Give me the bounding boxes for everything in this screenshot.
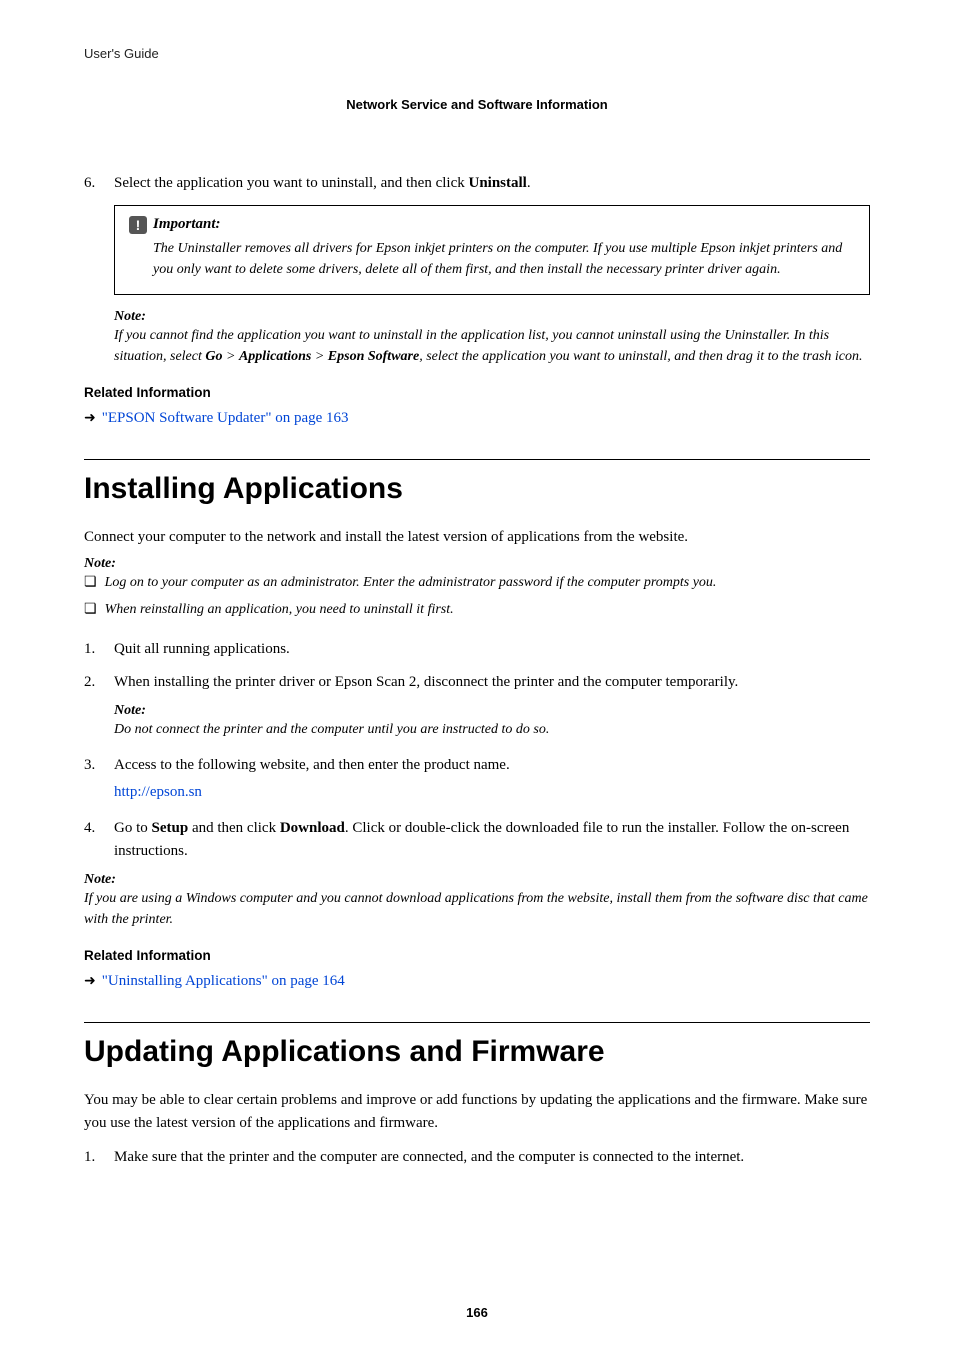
header-guide: User's Guide — [84, 46, 870, 61]
step-number: 3. — [84, 754, 100, 803]
update-step-1: 1. Make sure that the printer and the co… — [84, 1146, 870, 1169]
related-info-heading: Related Information — [84, 385, 870, 400]
step-text: Quit all running applications. — [114, 638, 290, 661]
related-info-heading: Related Information — [84, 948, 870, 963]
important-text: The Uninstaller removes all drivers for … — [153, 238, 851, 280]
step-number: 6. — [84, 172, 100, 195]
related-link-row: ➜ "EPSON Software Updater" on page 163 — [84, 410, 870, 427]
intro-installing: Connect your computer to the network and… — [84, 526, 870, 549]
install-step-3: 3. Access to the following website, and … — [84, 754, 870, 803]
intro-updating: You may be able to clear certain problem… — [84, 1089, 870, 1134]
step-number: 2. — [84, 671, 100, 694]
install-step-2-note: Note: Do not connect the printer and the… — [114, 703, 870, 740]
note-block-2: Note: ❏ Log on to your computer as an ad… — [84, 556, 870, 620]
related-link-row: ➜ "Uninstalling Applications" on page 16… — [84, 973, 870, 990]
checkbox-icon: ❏ — [84, 572, 97, 593]
install-step-4: 4. Go to Setup and then click Download. … — [84, 817, 870, 862]
related-link-updater[interactable]: "EPSON Software Updater" on page 163 — [102, 410, 349, 427]
note-block-1: Note: If you cannot find the application… — [114, 309, 870, 367]
check-text: Log on to your computer as an administra… — [105, 572, 717, 593]
step-text: Access to the following website, and the… — [114, 754, 510, 803]
step-number: 4. — [84, 817, 100, 862]
step-text: Select the application you want to unins… — [114, 172, 531, 195]
note-label: Note: — [114, 703, 870, 719]
arrow-icon: ➜ — [84, 410, 96, 427]
header-section: Network Service and Software Information — [84, 97, 870, 112]
arrow-icon: ➜ — [84, 973, 96, 990]
important-label: Important: — [153, 216, 221, 233]
step-text: Go to Setup and then click Download. Cli… — [114, 817, 870, 862]
note-text: Do not connect the printer and the compu… — [114, 719, 870, 740]
step-text: Make sure that the printer and the compu… — [114, 1146, 744, 1169]
step-number: 1. — [84, 1146, 100, 1169]
page-number: 166 — [0, 1305, 954, 1320]
note-label: Note: — [84, 872, 870, 888]
note-label: Note: — [84, 556, 870, 572]
step-text: When installing the printer driver or Ep… — [114, 671, 738, 694]
important-callout: ! Important: The Uninstaller removes all… — [114, 205, 870, 295]
note-label: Note: — [114, 309, 870, 325]
important-icon: ! — [129, 216, 147, 234]
checkbox-icon: ❏ — [84, 599, 97, 620]
step-6: 6. Select the application you want to un… — [84, 172, 870, 195]
note-block-3: Note: If you are using a Windows compute… — [84, 872, 870, 930]
check-text: When reinstalling an application, you ne… — [105, 599, 454, 620]
checklist-item: ❏ Log on to your computer as an administ… — [84, 572, 870, 593]
note-text: If you cannot find the application you w… — [114, 325, 870, 367]
heading-updating: Updating Applications and Firmware — [84, 1022, 870, 1069]
heading-installing: Installing Applications — [84, 459, 870, 506]
step-number: 1. — [84, 638, 100, 661]
epson-sn-link[interactable]: http://epson.sn — [114, 781, 510, 804]
related-link-uninstalling[interactable]: "Uninstalling Applications" on page 164 — [102, 973, 345, 990]
install-step-1: 1. Quit all running applications. — [84, 638, 870, 661]
install-step-2: 2. When installing the printer driver or… — [84, 671, 870, 694]
note-text: If you are using a Windows computer and … — [84, 888, 870, 930]
checklist-item: ❏ When reinstalling an application, you … — [84, 599, 870, 620]
